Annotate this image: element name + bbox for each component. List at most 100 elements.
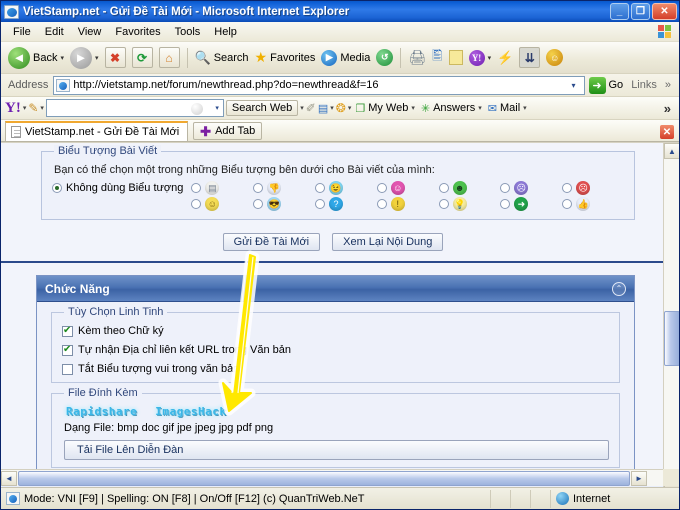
highlighter-icon[interactable]: ✐ (306, 101, 316, 115)
post-icon-radio-1[interactable] (253, 183, 264, 193)
address-input[interactable]: http://vietstamp.net/forum/newthread.php… (53, 75, 585, 95)
search-web-caret[interactable]: ▾ (300, 104, 304, 112)
post-icon-radio-6[interactable] (562, 183, 573, 193)
post-icon-option-1[interactable]: 👎 (253, 181, 315, 195)
post-icon-radio-5[interactable] (500, 183, 511, 193)
yahoo-search-input[interactable]: ▾ (45, 99, 224, 117)
post-icon-radio-3[interactable] (376, 183, 387, 193)
address-dropdown-caret[interactable]: ▾ (566, 77, 582, 94)
mail-alert-button[interactable]: ⚡ (494, 45, 516, 71)
pencil-icon[interactable]: ✎ (28, 101, 38, 115)
tab-vietstamp[interactable]: VietStamp.net - Gửi Đề Tài Mới (5, 121, 189, 141)
vertical-scrollbar[interactable]: ▲ ▼ (663, 143, 679, 488)
post-icon-radio-10[interactable] (376, 199, 387, 209)
post-icon-option-6[interactable]: ☹ (562, 181, 624, 195)
preview-post-button[interactable]: Xem Lại Nội Dung (332, 233, 444, 251)
post-icon-option-2[interactable]: 😉 (314, 181, 377, 195)
post-icon-radio-12[interactable] (500, 199, 511, 209)
checkbox-autolink-control[interactable] (62, 344, 73, 356)
post-icon-option-12[interactable]: ➜ (500, 197, 562, 211)
post-icon-option-7[interactable]: ☺ (191, 197, 253, 211)
post-icon-radio-13[interactable] (562, 199, 573, 209)
checkbox-signature[interactable]: Kèm theo Chữ ký (62, 325, 609, 337)
forward-button[interactable]: ► ▾ (67, 45, 102, 71)
post-icon-option-13[interactable]: 👍 (562, 197, 624, 211)
imageshack-link[interactable]: ImagesHack (155, 405, 226, 418)
post-icon-radio-8[interactable] (253, 199, 264, 209)
home-button[interactable]: ⌂ (156, 45, 183, 71)
post-icon-radio-7[interactable] (191, 199, 202, 209)
yahoo-toolbar-overflow[interactable]: » (664, 101, 675, 116)
address-overflow-chevron[interactable]: » (661, 79, 675, 91)
post-icon-option-9[interactable]: ? (314, 197, 377, 211)
messenger-caret[interactable]: ▾ (488, 54, 492, 62)
checkbox-autolink[interactable]: Tự nhận Địa chỉ liên kết URL trong Văn b… (62, 344, 609, 356)
back-button[interactable]: ◄ Back ▾ (5, 45, 67, 71)
answers-caret[interactable]: ▾ (478, 104, 482, 112)
horizontal-scrollbar[interactable]: ◄ ► (1, 469, 665, 486)
search-web-button[interactable]: Search Web (225, 100, 299, 116)
popup-blocker-icon[interactable]: ▤ (318, 102, 328, 115)
restore-button[interactable]: ❐ (631, 3, 650, 20)
menu-item-file[interactable]: File (6, 24, 38, 40)
stop-button[interactable]: ✖ (102, 45, 129, 71)
close-tab-button[interactable]: ✕ (660, 125, 674, 139)
post-icon-option-11[interactable]: 💡 (438, 197, 501, 211)
rapidshare-link[interactable]: Rapidshare (66, 405, 137, 418)
minimize-button[interactable]: _ (610, 3, 629, 20)
yahoo-search-caret[interactable]: ▾ (215, 104, 223, 112)
notepad-button[interactable] (446, 45, 466, 71)
yahoo-messenger-button[interactable]: Y! ▾ (466, 45, 495, 71)
forward-dropdown-caret[interactable]: ▾ (95, 54, 99, 62)
upload-file-button[interactable]: Tải File Lên Diễn Đàn (64, 440, 609, 460)
post-icon-option-0[interactable]: ▤ (191, 181, 253, 195)
anti-spy-icon[interactable]: ❂ (336, 101, 346, 115)
edit-page-button[interactable]: 🖺 (429, 45, 445, 71)
close-button[interactable]: ✕ (652, 3, 677, 20)
post-icon-radio-9[interactable] (314, 199, 325, 209)
menu-item-view[interactable]: View (71, 24, 109, 40)
collapse-icon[interactable]: ⌃ (612, 281, 626, 296)
scroll-right-button[interactable]: ► (631, 470, 647, 486)
post-icon-radio-0[interactable] (191, 183, 202, 193)
refresh-button[interactable]: ⟳ (129, 45, 156, 71)
my-web-button[interactable]: ❐ My Web ▾ (353, 102, 417, 115)
menu-item-help[interactable]: Help (207, 24, 244, 40)
horizontal-scroll-thumb[interactable] (18, 470, 630, 486)
scroll-up-button[interactable]: ▲ (664, 143, 679, 159)
antispy-caret[interactable]: ▾ (348, 104, 352, 112)
yahoo-logo-icon[interactable]: Y! (5, 100, 21, 117)
post-icon-option-5[interactable]: ☹ (500, 181, 562, 195)
back-dropdown-caret[interactable]: ▾ (60, 54, 64, 62)
popup-caret[interactable]: ▾ (330, 104, 334, 112)
checkbox-disable-smilies-control[interactable] (62, 363, 73, 375)
add-tab-button[interactable]: ✚ Add Tab (193, 122, 263, 140)
submit-new-thread-button[interactable]: Gửi Đề Tài Mới (222, 233, 321, 251)
go-button[interactable]: ➜ Go (585, 76, 628, 94)
pencil-caret[interactable]: ▾ (40, 104, 44, 112)
post-icon-radio-11[interactable] (438, 199, 449, 209)
post-icon-option-3[interactable]: ☺ (376, 181, 439, 195)
history-button[interactable]: ↺ (373, 45, 396, 71)
radio-no-icon-control[interactable] (52, 183, 62, 193)
menu-item-favorites[interactable]: Favorites (108, 24, 167, 40)
security-zone-pane[interactable]: Internet (551, 490, 679, 508)
favorites-button[interactable]: ★ Favorites (252, 45, 319, 71)
yahoo-smiley-button[interactable]: ☺ (543, 45, 566, 71)
checkbox-signature-control[interactable] (62, 325, 73, 337)
menu-item-tools[interactable]: Tools (168, 24, 208, 40)
post-icon-option-4[interactable]: ☻ (438, 181, 501, 195)
mail-caret[interactable]: ▾ (523, 104, 527, 112)
post-icon-radio-2[interactable] (314, 183, 325, 193)
print-button[interactable]: 🖨 (405, 45, 429, 71)
answers-button[interactable]: ✳ Answers ▾ (419, 102, 484, 115)
post-icon-radio-4[interactable] (438, 183, 449, 193)
media-button[interactable]: ▶ Media (318, 45, 373, 71)
mail-button[interactable]: ✉ Mail ▾ (486, 102, 529, 115)
menu-item-edit[interactable]: Edit (38, 24, 71, 40)
links-label[interactable]: Links (627, 79, 661, 91)
scroll-left-button[interactable]: ◄ (1, 470, 17, 486)
post-icon-option-8[interactable]: 😎 (253, 197, 315, 211)
my-web-caret[interactable]: ▾ (411, 104, 415, 112)
vertical-scroll-thumb[interactable] (664, 311, 679, 366)
